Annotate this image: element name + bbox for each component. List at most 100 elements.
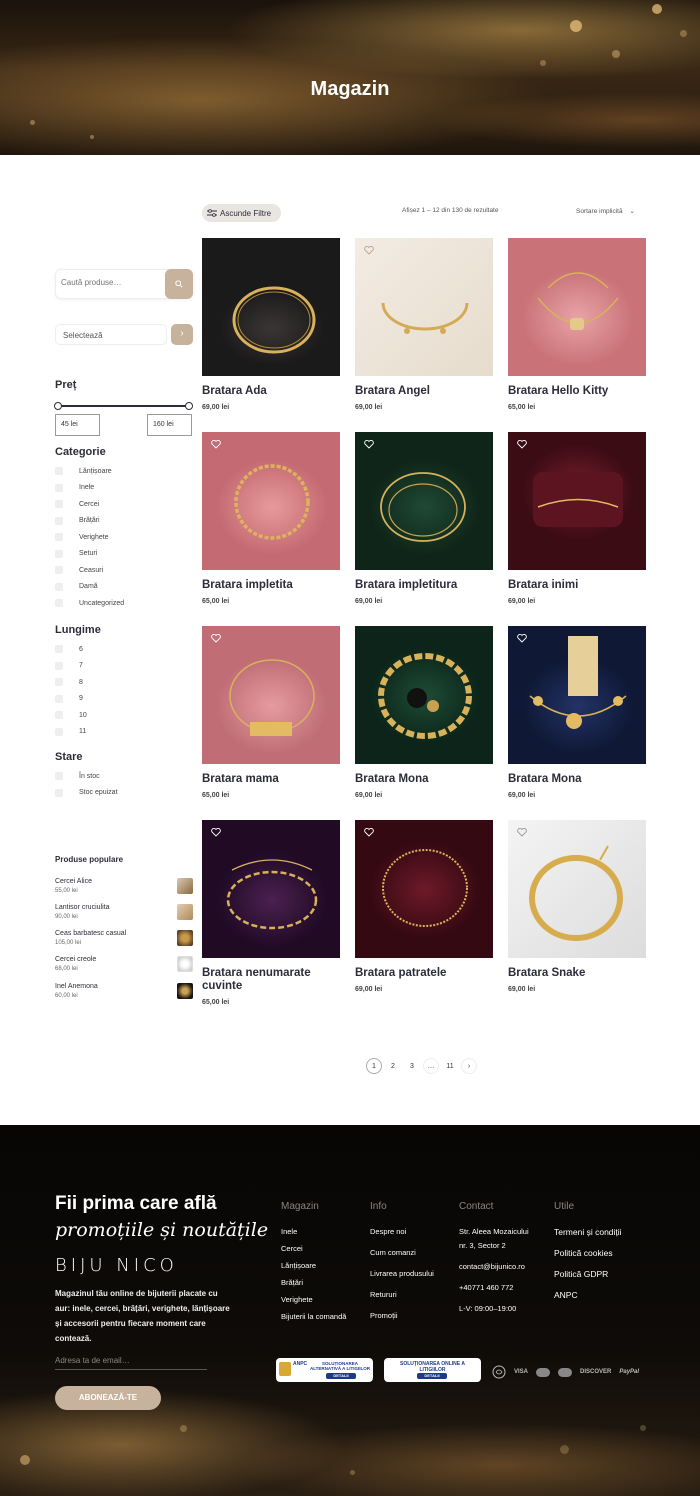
wishlist-heart-icon[interactable] [364,440,374,449]
brand-logo[interactable]: BIJU NICO [55,1255,178,1276]
category-option[interactable]: Cercei [55,496,124,513]
product-image[interactable] [508,820,646,958]
product-name[interactable]: Bratara inimi [508,579,646,592]
product-image[interactable] [508,432,646,570]
hide-filters-button[interactable]: Ascunde Filtre [202,204,281,222]
product-card[interactable]: Bratara nenumarate cuvinte 65,00 lei [202,820,340,1006]
length-option[interactable]: 7 [55,658,87,675]
product-card[interactable]: Bratara Snake 69,00 lei [508,820,646,993]
checkbox[interactable] [55,772,63,781]
category-option[interactable]: Ceasuri [55,562,124,579]
checkbox[interactable] [55,678,63,687]
product-image[interactable] [355,238,493,376]
footer-link[interactable]: Brățări [281,1278,346,1295]
page-link-current[interactable]: 1 [366,1058,382,1074]
product-name[interactable]: Bratara Mona [508,773,646,786]
popular-product-thumbnail[interactable] [177,878,193,894]
checkbox[interactable] [55,711,63,720]
product-image[interactable] [355,432,493,570]
page-link[interactable]: 3 [404,1058,420,1074]
product-card[interactable]: Bratara impletitura 69,00 lei [355,432,493,605]
length-option[interactable]: 11 [55,724,87,741]
checkbox[interactable] [55,645,63,654]
search-input[interactable] [61,278,161,287]
category-option[interactable]: Inele [55,480,124,497]
newsletter-email-input[interactable]: Adresa ta de email… [55,1356,207,1370]
popular-product-item[interactable]: Inel Anemona 60,00 lei [55,983,193,1009]
product-card[interactable]: Bratara inimi 69,00 lei [508,432,646,605]
product-image[interactable] [355,820,493,958]
popular-product-thumbnail[interactable] [177,956,193,972]
length-option[interactable]: 6 [55,641,87,658]
category-option[interactable]: Uncategorized [55,595,124,612]
popular-product-thumbnail[interactable] [177,904,193,920]
length-option[interactable]: 10 [55,707,87,724]
contact-email-link[interactable]: contact@bijunico.ro [459,1262,529,1276]
product-name[interactable]: Bratara Snake [508,967,646,980]
subscribe-button[interactable]: ABONEAZĂ-TE [55,1386,161,1410]
product-image[interactable] [202,238,340,376]
popular-product-thumbnail[interactable] [177,983,193,999]
product-image[interactable] [202,626,340,764]
wishlist-heart-icon[interactable] [364,828,374,837]
product-image[interactable] [508,238,646,376]
search-button[interactable] [165,269,193,299]
anpc-sal-badge[interactable]: ANPC SOLUȚIONAREA ALTERNATIVĂ A LITIGIIL… [276,1358,373,1382]
footer-link[interactable]: Livrarea produsului [370,1269,434,1290]
page-link[interactable]: 11 [442,1058,458,1074]
product-name[interactable]: Bratara patratele [355,967,493,980]
length-option[interactable]: 8 [55,674,87,691]
checkbox[interactable] [55,661,63,670]
price-slider-min-handle[interactable] [54,402,62,410]
popular-product-item[interactable]: Lantisor cruciulita 90,00 lei [55,904,193,930]
next-page-button[interactable]: › [461,1058,477,1074]
popular-product-item[interactable]: Ceas barbatesc casual 105,00 lei [55,930,193,956]
product-card[interactable]: Bratara Mona 69,00 lei [355,626,493,799]
footer-link[interactable]: Lănțișoare [281,1261,346,1278]
wishlist-heart-icon[interactable] [517,828,527,837]
category-option[interactable]: Lănțișoare [55,463,124,480]
product-name[interactable]: Bratara Mona [355,773,493,786]
product-name[interactable]: Bratara impletitura [355,579,493,592]
wishlist-heart-icon[interactable] [517,634,527,643]
price-min-input[interactable]: 45 lei [55,414,100,436]
product-card[interactable]: Bratara Angel 69,00 lei [355,238,493,411]
product-name[interactable]: Bratara mama [202,773,340,786]
popular-product-thumbnail[interactable] [177,930,193,946]
product-image[interactable] [355,626,493,764]
footer-link[interactable]: Inele [281,1227,346,1244]
footer-link[interactable]: Bijuterii la comandă [281,1312,346,1329]
sort-dropdown[interactable]: Sortare implicită ⌄ [576,207,635,215]
wishlist-heart-icon[interactable] [211,634,221,643]
category-select[interactable]: Selectează [55,324,167,345]
price-slider-max-handle[interactable] [185,402,193,410]
checkbox[interactable] [55,566,63,575]
popular-product-item[interactable]: Cercei creole 68,00 lei [55,956,193,982]
category-select-button[interactable]: › [171,324,193,345]
product-card[interactable]: Bratara mama 65,00 lei [202,626,340,799]
checkbox[interactable] [55,694,63,703]
anpc-details-button[interactable]: DETALII [417,1373,447,1379]
stock-option[interactable]: Stoc epuizat [55,785,118,802]
category-option[interactable]: Brățări [55,513,124,530]
checkbox[interactable] [55,533,63,542]
length-option[interactable]: 9 [55,691,87,708]
checkbox[interactable] [55,582,63,591]
footer-link[interactable]: Verighete [281,1295,346,1312]
popular-product-item[interactable]: Cercei Alice 55,00 lei [55,878,193,904]
category-option[interactable]: Seturi [55,546,124,563]
footer-link[interactable]: Termeni și condiții [554,1227,622,1248]
product-name[interactable]: Bratara Ada [202,385,340,398]
price-max-input[interactable]: 160 lei [147,414,192,436]
product-name[interactable]: Bratara impletita [202,579,340,592]
product-image[interactable] [202,820,340,958]
footer-link[interactable]: Politică cookies [554,1248,622,1269]
category-option[interactable]: Verighete [55,529,124,546]
footer-link[interactable]: Cum comanzi [370,1248,434,1269]
product-card[interactable]: Bratara impletita 65,00 lei [202,432,340,605]
checkbox[interactable] [55,727,63,736]
checkbox[interactable] [55,516,63,525]
wishlist-heart-icon[interactable] [364,246,374,255]
stock-option[interactable]: În stoc [55,768,118,785]
footer-link[interactable]: ANPC [554,1290,622,1311]
